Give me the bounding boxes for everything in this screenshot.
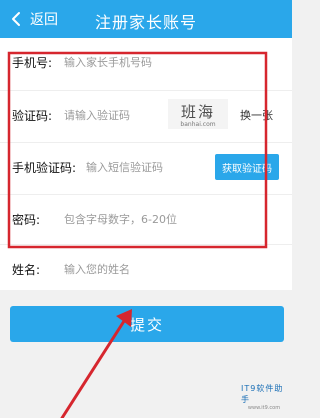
sms-row: 手机验证码: 获取验证码	[0, 142, 292, 191]
captcha-image-subtext: banhai.com	[180, 120, 216, 128]
password-input[interactable]	[64, 212, 264, 226]
app-header: 返回 注册家长账号	[0, 0, 292, 38]
captcha-row: 验证码: 班海 banhai.com 换一张	[0, 90, 292, 139]
refresh-captcha-link[interactable]: 换一张	[240, 107, 273, 123]
page-title: 注册家长账号	[94, 13, 197, 32]
watermark-logo: IT9软件助手 www.it9.com	[241, 384, 287, 411]
phone-label: 手机号:	[12, 55, 53, 70]
get-sms-code-button[interactable]: 获取验证码	[215, 154, 279, 180]
name-row: 姓名:	[0, 244, 292, 293]
captcha-image-text: 班海	[180, 102, 215, 121]
password-label: 密码:	[12, 212, 41, 227]
password-row: 密码:	[0, 194, 292, 243]
sms-code-input[interactable]	[86, 160, 206, 174]
watermark-logo-subtext: www.it9.com	[247, 405, 281, 411]
name-label: 姓名:	[12, 262, 41, 277]
registration-form: 手机号: 验证码: 班海 banhai.com 换一张 手机验证码: 获取验证码…	[0, 38, 292, 290]
submit-button[interactable]: 提交	[10, 306, 284, 342]
name-input[interactable]	[64, 262, 264, 276]
captcha-image[interactable]: 班海 banhai.com	[168, 99, 228, 129]
phone-row: 手机号:	[0, 38, 292, 86]
watermark-logo-text: IT9软件助手	[241, 384, 284, 404]
phone-input[interactable]	[64, 55, 264, 69]
sms-label: 手机验证码:	[12, 160, 77, 175]
captcha-input[interactable]	[64, 108, 156, 122]
captcha-label: 验证码:	[12, 108, 53, 123]
